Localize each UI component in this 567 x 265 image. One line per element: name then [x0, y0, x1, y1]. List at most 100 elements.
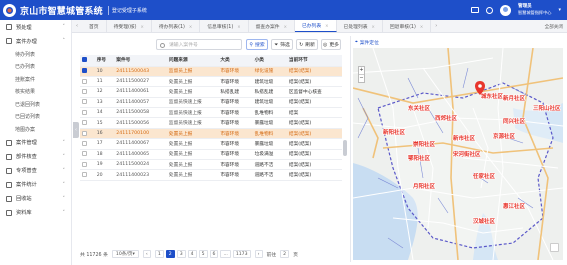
table-row[interactable]: 1724111400067处置员上报市容环境暴露垃圾结案(结案)2024-11- [80, 138, 342, 150]
checkbox[interactable] [82, 99, 87, 105]
row-checkbox-cell[interactable] [80, 97, 95, 109]
tab-item[interactable]: 已办列表 × [294, 20, 337, 32]
sidebar-item[interactable]: 部件核查 ˅ [0, 150, 71, 164]
table-cell-case[interactable]: 24111400067 [114, 138, 167, 150]
goto-page-input[interactable]: 2 [280, 250, 290, 258]
checkbox[interactable] [82, 140, 87, 146]
page-button[interactable]: 2 [165, 250, 175, 258]
sidebar-subitem[interactable]: 待办列表 [0, 48, 71, 61]
tab-item[interactable]: 回退审核(1) × [383, 20, 432, 32]
refresh-button[interactable]: ↻ 刷新 [296, 39, 318, 50]
community-label[interactable]: 新市社区 [452, 133, 476, 142]
community-label[interactable]: 同兴社区 [502, 116, 526, 125]
sidebar-collapse-button[interactable]: ‹ [73, 122, 79, 138]
select-all-checkbox[interactable] [80, 55, 95, 67]
sidebar-subitem[interactable]: 已退回列表 [0, 98, 71, 111]
community-label[interactable]: 汉城社区 [472, 216, 496, 225]
close-all-tabs-button[interactable]: 全部关闭 [545, 20, 563, 33]
map-canvas[interactable]: 城东社区 新月社区 三阳山社区 东关社区 西郊社区 同兴社区 新阳社区 新市社区 京源社区 崇阳社… [353, 48, 563, 260]
table-row[interactable]: 1324111400057监督员快速上报市容环境建筑垃圾结案(结案)2024-1… [80, 97, 342, 109]
sidebar-item[interactable]: 案件管理 ˅ [0, 136, 71, 150]
community-label[interactable]: 崇阳社区 [412, 139, 436, 148]
tab-item[interactable]: 首页 [82, 20, 107, 32]
table-cell-case[interactable]: 24111500056 [114, 117, 167, 129]
community-label[interactable]: 西郊社区 [434, 113, 458, 122]
tab-item[interactable]: 信息审核(1) × [200, 20, 249, 32]
row-checkbox-cell[interactable] [80, 138, 95, 150]
community-label[interactable]: 鄂阳社区 [407, 153, 431, 162]
row-checkbox-cell[interactable] [80, 86, 95, 98]
screen-icon[interactable] [470, 7, 479, 13]
sidebar-item[interactable]: 案件办理 ˄ [0, 34, 71, 48]
sidebar-subitem[interactable]: 核实结果 [0, 86, 71, 99]
sidebar-subitem[interactable]: 已办列表 [0, 61, 71, 74]
row-checkbox-cell[interactable] [80, 76, 95, 88]
page-size-select[interactable]: 10条/页 ▾ [111, 250, 139, 258]
tab-item[interactable]: 待受理(核) × [107, 20, 152, 32]
close-icon[interactable]: × [372, 24, 375, 29]
table-row[interactable]: 1524111500056监督员快速上报市容环境暴露垃圾结案(结案)2024-1… [80, 117, 342, 129]
page-button[interactable]: 1173 [232, 250, 251, 258]
prev-page-button[interactable]: ‹ [142, 250, 151, 258]
table-row[interactable]: 1124111500027处置员上报市容环境建筑垃圾结案(结案)2024-11- [80, 76, 342, 88]
table-scrollbar[interactable] [343, 140, 347, 156]
tab-item[interactable]: 待办列表(1) × [152, 20, 201, 32]
community-label[interactable]: 宋河街社区 [451, 149, 481, 158]
community-label[interactable]: 城东社区 [480, 91, 504, 100]
community-label[interactable]: 三阳山社区 [532, 103, 561, 112]
table-cell-case[interactable]: 24111500058 [114, 107, 167, 119]
sidebar-item[interactable]: 案件统计 ˅ [0, 178, 71, 192]
table-cell-case[interactable]: 24111500024 [114, 159, 167, 171]
row-checkbox-cell[interactable] [80, 149, 95, 161]
search-input[interactable]: 请输入案件号 [156, 39, 242, 50]
page-button[interactable]: 6 [209, 250, 219, 258]
search-button[interactable]: ⚲ 搜索 [246, 39, 268, 50]
row-checkbox-cell[interactable] [80, 128, 95, 140]
community-label[interactable]: 月阳社区 [411, 181, 436, 190]
table-cell-case[interactable]: 24111400023 [114, 169, 167, 181]
user-info[interactable]: 管理员 智慧城管指挥中心 [518, 4, 552, 16]
checkbox[interactable] [82, 120, 87, 126]
close-icon[interactable]: × [189, 24, 192, 29]
checkbox[interactable] [82, 151, 87, 157]
tab-prev-icon[interactable]: ‹ [72, 20, 82, 32]
table-row[interactable]: 1224111400061处置员上报私搭乱建私搭乱建区监督中心核查2024-11… [80, 86, 342, 98]
page-button[interactable]: 1 [154, 250, 164, 258]
row-checkbox-cell[interactable] [80, 107, 95, 119]
filter-button[interactable]: ⏷ 筛选 [271, 39, 293, 50]
checkbox[interactable] [82, 88, 87, 94]
sidebar-subitem[interactable]: 地图办案 [0, 123, 71, 136]
subsystem-title[interactable]: 登记受理子系统 [107, 5, 150, 15]
table-cell-case[interactable]: 24111700100 [114, 128, 167, 140]
community-label[interactable]: 东关社区 [407, 103, 431, 112]
community-label[interactable]: 新阳社区 [382, 127, 406, 136]
checkbox[interactable] [82, 109, 87, 115]
table-cell-case[interactable]: 24111400057 [114, 97, 167, 109]
row-checkbox-cell[interactable] [80, 159, 95, 171]
table-row[interactable]: 1824111400065处置员上报市容环境垃圾满溢结案(结案)2024-11- [80, 149, 342, 161]
sidebar-subitem[interactable]: 挂账案件 [0, 73, 71, 86]
sidebar-item[interactable]: 预处理 ˅ [0, 20, 71, 34]
next-page-button[interactable]: › [254, 250, 263, 258]
row-checkbox-cell[interactable] [80, 169, 95, 181]
table-cell-case[interactable]: 24111400065 [114, 149, 167, 161]
sidebar-item[interactable]: 资料库 ˅ [0, 206, 71, 220]
page-button[interactable]: 3 [176, 250, 186, 258]
table-cell-case[interactable]: 24111500027 [114, 76, 167, 88]
table-row[interactable]: 1024111500043监督员上报市容环境绿化设施结案(结案)2024-11- [80, 66, 342, 77]
community-label[interactable]: 任家社区 [471, 171, 496, 180]
map-svg[interactable]: 城东社区 新月社区三阳山社区 东关社区西郊社区 同兴社区新阳社区新市社区 京源社区崇阳社… [353, 48, 563, 260]
checkbox[interactable] [82, 161, 87, 167]
page-button[interactable]: 4 [187, 250, 197, 258]
table-row[interactable]: 1924111500024处置员上报市容环境道路不洁结案(结案)2024-11- [80, 159, 342, 171]
community-label[interactable]: 京源社区 [492, 131, 516, 140]
chevron-down-icon[interactable]: ▾ [558, 7, 561, 13]
avatar[interactable] [499, 4, 511, 16]
close-icon[interactable]: × [284, 24, 287, 29]
zoom-out-icon[interactable]: − [359, 74, 364, 82]
table-cell-case[interactable]: 24111500043 [114, 66, 167, 77]
table-cell-case[interactable]: 24111400061 [114, 86, 167, 98]
checkbox[interactable] [82, 68, 87, 74]
close-icon[interactable]: × [141, 24, 144, 29]
locate-icon[interactable] [550, 243, 559, 252]
